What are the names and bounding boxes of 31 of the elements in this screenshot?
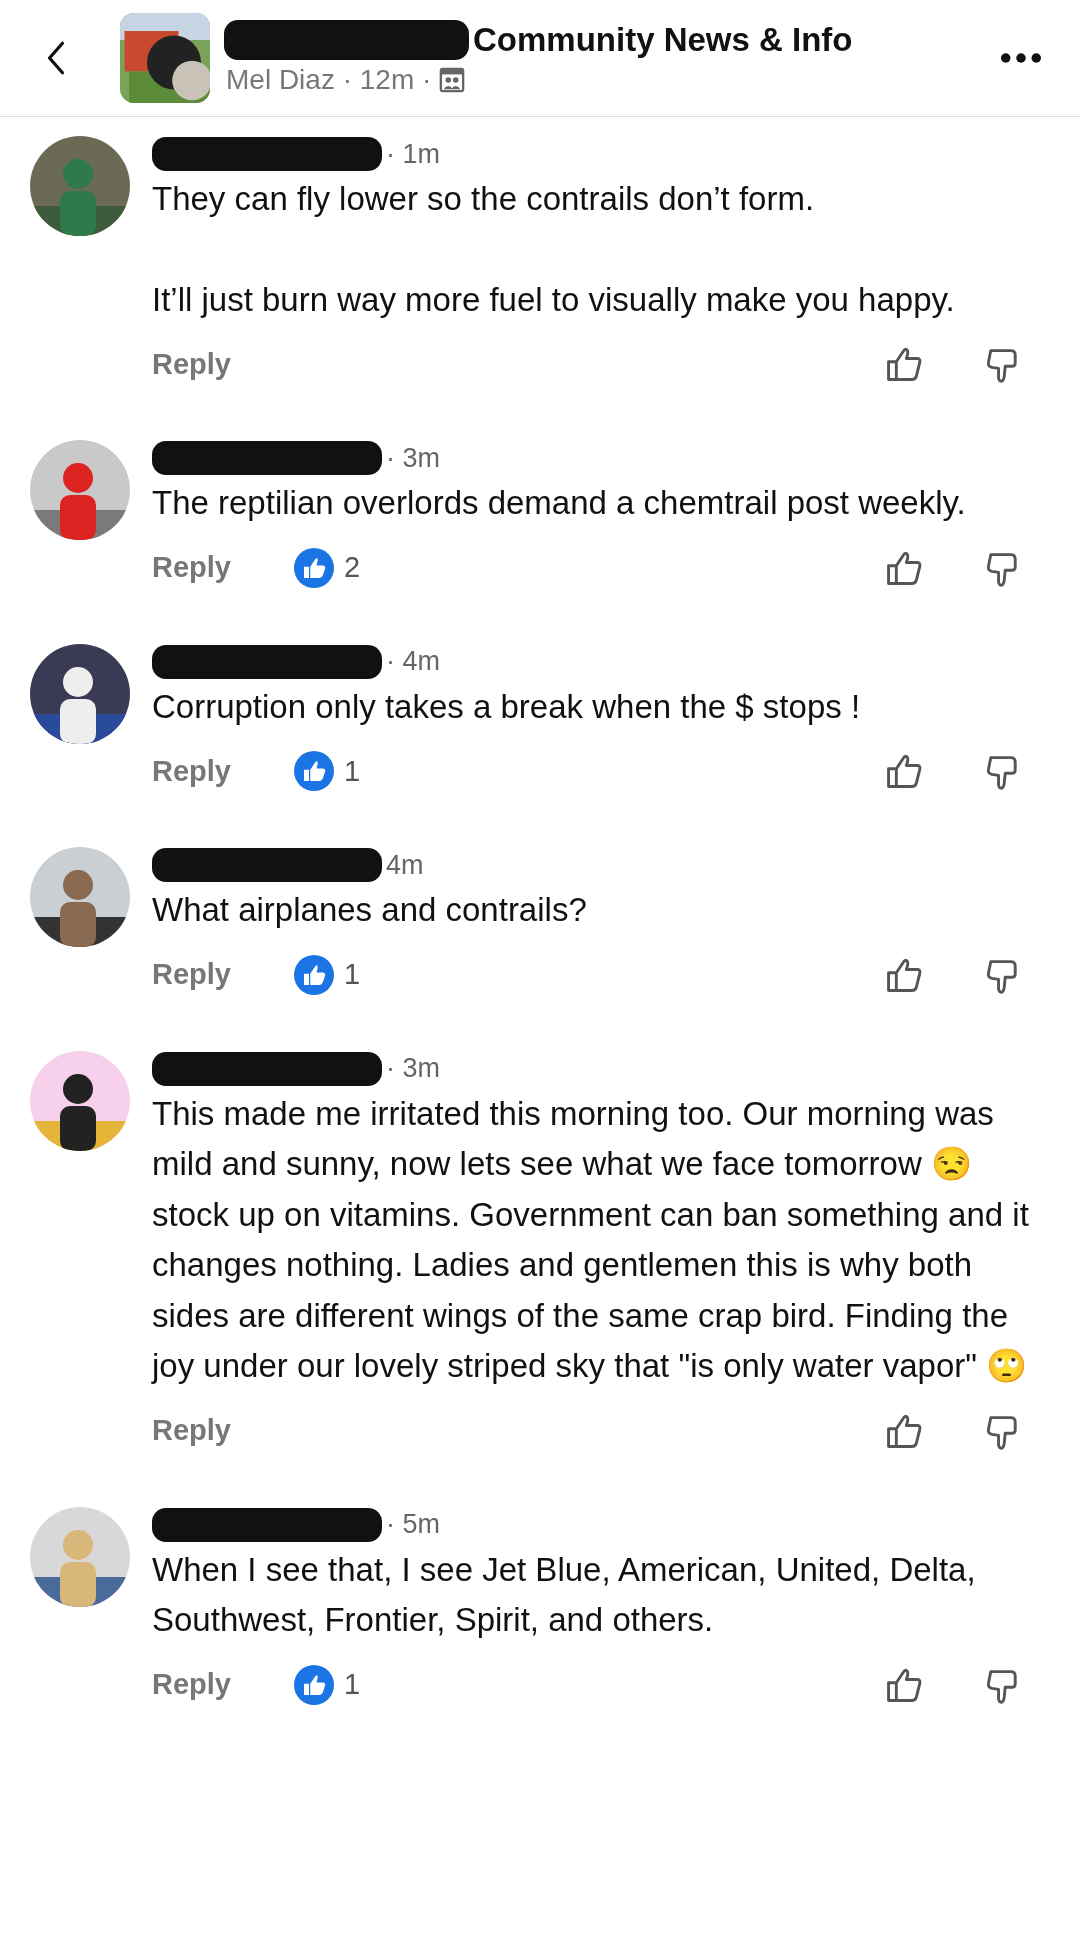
like-reaction-icon — [294, 1664, 334, 1705]
comment-text: What airplanes and contrails? — [152, 890, 588, 930]
comment-text: When I see that, I see Jet Blue, American, United, Delta, Southwest, Frontier, Spirit, and others. — [152, 1549, 977, 1640]
more-icon[interactable] — [1000, 52, 1042, 64]
comment-text: Corruption only takes a break when the $ stops ! — [152, 686, 862, 727]
reply-link[interactable]: Reply — [152, 754, 294, 788]
comment-time: · 4m — [386, 646, 440, 677]
comment-time: · 3m — [386, 1053, 440, 1084]
comment-time: · 3m — [386, 442, 440, 474]
reply-link[interactable]: Reply — [152, 1414, 294, 1447]
post-meta: Mel Diaz · 12m · — [225, 64, 432, 96]
comment-time: · 1m — [386, 138, 440, 170]
group-icon — [439, 67, 466, 93]
comment-time: 4m — [386, 849, 424, 881]
reaction-count: 1 — [344, 754, 361, 788]
reply-link[interactable]: Reply — [152, 347, 294, 381]
reaction-count: 1 — [344, 1668, 361, 1701]
reply-link[interactable]: Reply — [152, 551, 294, 584]
comment-text: They can fly lower so the contrails don’t form. — [152, 179, 816, 219]
comment-text: It’ll just burn way more fuel to visually make you happy. — [152, 279, 956, 320]
like-reaction-icon — [294, 547, 334, 588]
comment-time: · 5m — [386, 1509, 440, 1540]
like-reaction-icon — [294, 954, 334, 995]
reaction-count: 1 — [344, 958, 361, 991]
reply-link[interactable]: Reply — [152, 958, 294, 991]
reaction-count: 2 — [344, 551, 361, 584]
like-reaction-icon — [294, 751, 334, 791]
reply-link[interactable]: Reply — [152, 1668, 294, 1701]
comment-text: This made me irritated this morning too. Our morning was mild and sunny, now lets see what we face tomorrow 😒 stock up on vitamins. Government can ban something and it changes nothing. Ladies and gentlemen this is why both sides are different wings of the same crap bird. Finding the joy under our lovely striped sky that "is only water vapor" 🙄 — [152, 1093, 1030, 1386]
comment-text: The reptilian overlords demand a chemtrail post weekly. — [152, 483, 967, 523]
group-name[interactable]: Community News & Info — [473, 21, 853, 59]
